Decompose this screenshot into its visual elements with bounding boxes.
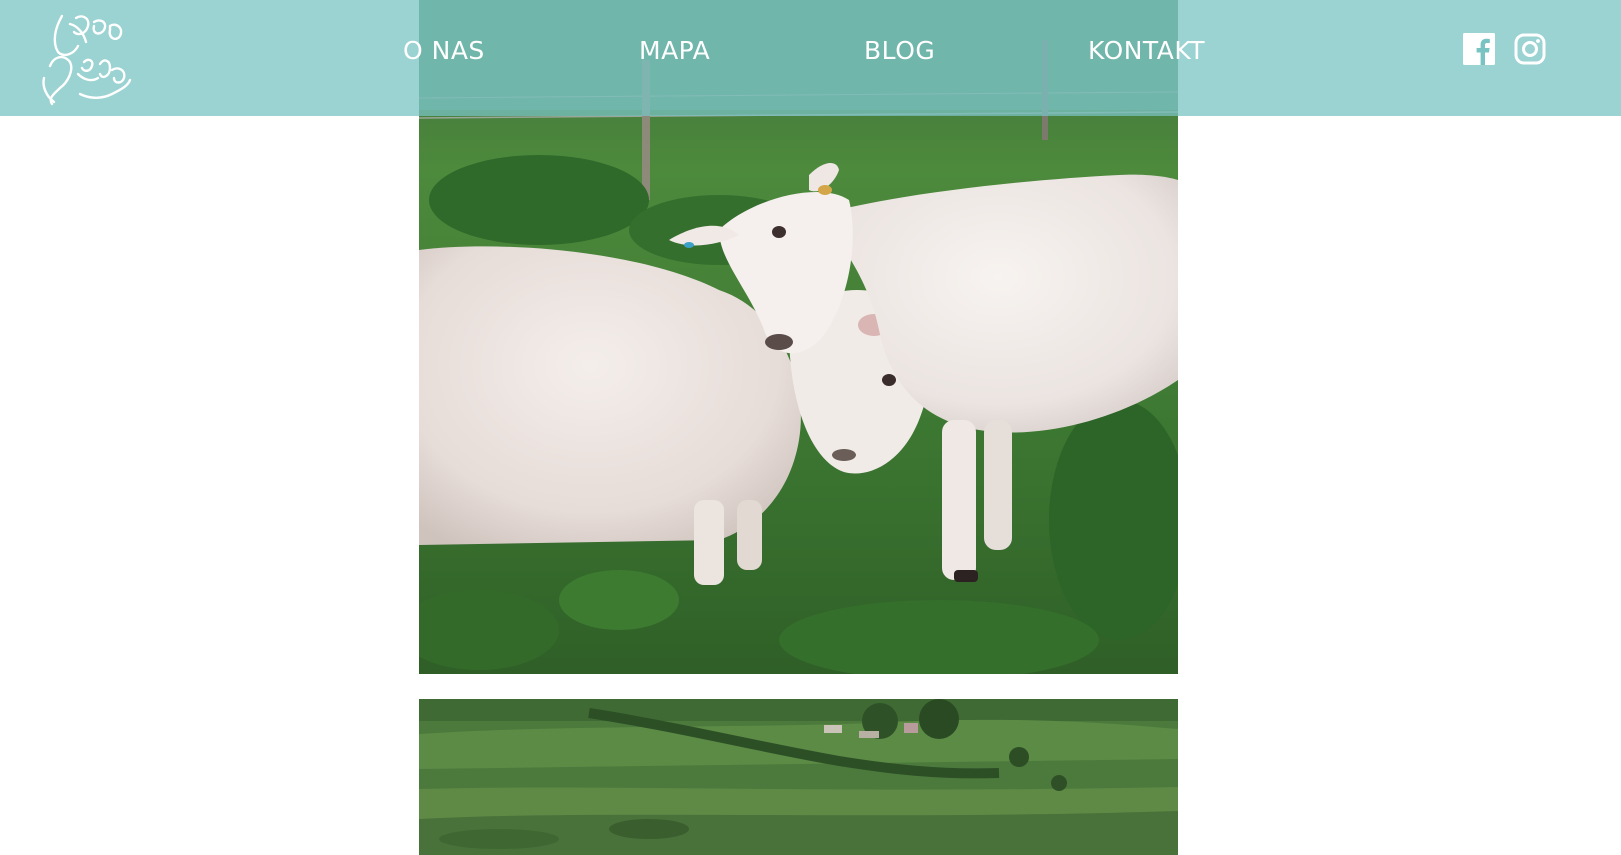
site-header: O NAS MAPA BLOG KONTAKT [0,0,1621,116]
nav-link-o-nas[interactable]: O NAS [403,36,485,65]
main-nav: O NAS MAPA BLOG KONTAKT [0,0,1621,116]
facebook-icon [1463,33,1495,65]
facebook-link[interactable] [1463,33,1495,65]
page: O NAS MAPA BLOG KONTAKT [0,0,1621,855]
nav-link-blog[interactable]: BLOG [864,36,935,65]
instagram-link[interactable] [1514,33,1546,65]
landscape-photo [419,699,1178,855]
nav-link-mapa[interactable]: MAPA [639,36,710,65]
nav-link-kontakt[interactable]: KONTAKT [1088,36,1205,65]
instagram-icon [1514,33,1546,65]
